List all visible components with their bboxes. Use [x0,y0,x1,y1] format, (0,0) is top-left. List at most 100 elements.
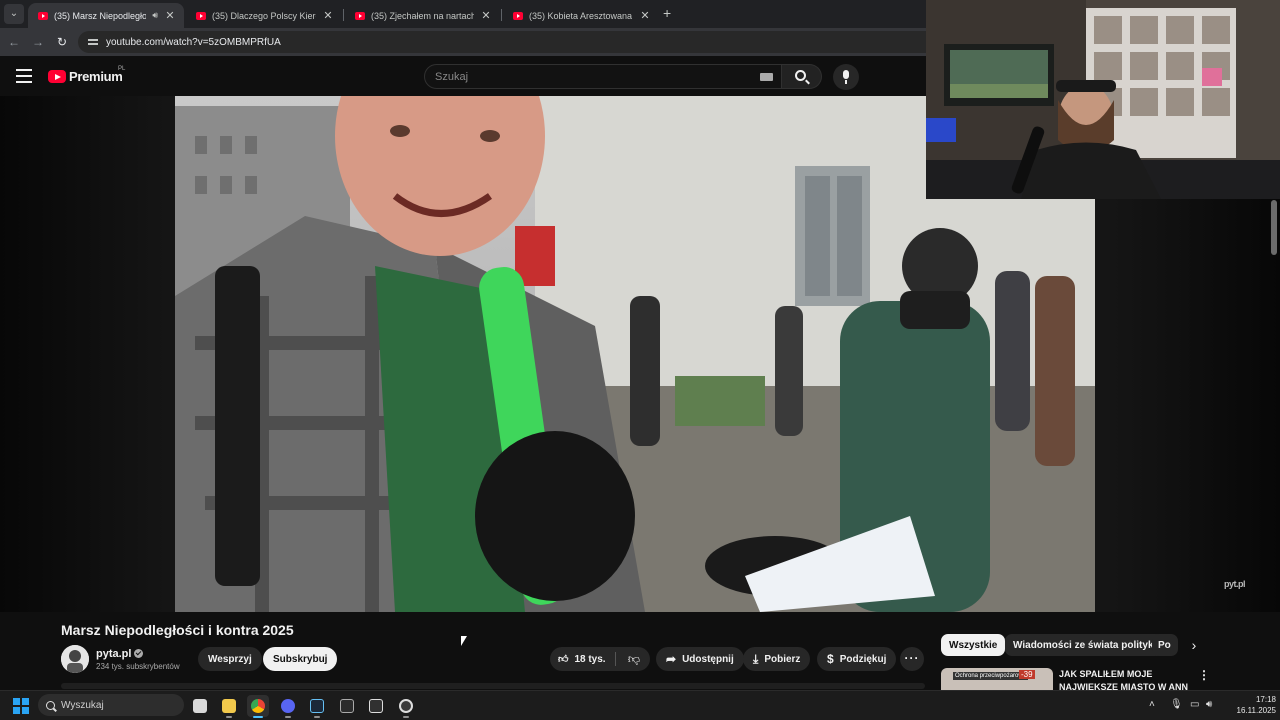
running-indicator [403,716,409,718]
download-button[interactable]: ⤓ Pobierz [743,647,811,671]
volume-icon[interactable]: 🔊︎ [1206,699,1212,710]
tab-search-chevron-icon[interactable]: ⌄ [4,4,24,24]
epic-games-app[interactable] [365,695,387,717]
thumbs-down-icon: 👎︎ [627,652,641,666]
search-box[interactable] [424,64,782,89]
obs-app[interactable] [395,695,417,718]
browser-tab-1[interactable]: (35) Marsz Niepodległości i 🔊︎ ✕ [28,3,184,28]
thanks-label: Podziękuj [839,653,887,665]
tab-separator [501,9,502,21]
dislike-button[interactable]: 👎︎ [620,647,648,671]
chip-partial[interactable]: Po [1152,634,1178,656]
back-arrow-icon[interactable]: ← [6,34,22,50]
tab-close-icon[interactable]: ✕ [639,9,651,22]
mouse-cursor-icon [461,636,467,646]
channel-name[interactable]: pyta.pl [96,648,144,660]
webcam-image [926,0,1280,199]
microphone-icon[interactable]: 🎙︎ [1170,699,1183,710]
tab-close-icon[interactable]: ✕ [164,9,176,22]
xbox-app[interactable] [336,695,358,717]
channel-watermark-logo[interactable]: pyt.pl [1224,579,1246,589]
address-bar[interactable]: youtube.com/watch?v=5zOMBMPRfUA [78,31,938,53]
browser-tab-4[interactable]: (35) Kobieta Aresztowana za Uj ✕ [503,3,659,28]
chip-label: Wszystkie [949,639,998,651]
search-icon [795,70,806,81]
subscribe-button[interactable]: Subskrybuj [263,647,338,671]
page-scrollbar[interactable] [1271,200,1277,255]
keyboard-icon[interactable] [760,72,773,81]
search-button[interactable] [782,64,822,89]
channel-name-text[interactable]: pyta.pl [96,648,131,660]
youtube-favicon-icon [196,11,206,20]
taskbar-search-placeholder: Wyszukaj [61,699,104,711]
youtube-premium-logo[interactable]: Premium [48,69,123,84]
youtube-favicon-icon [38,11,48,20]
chip-label: Po [1158,639,1171,651]
like-count: 18 tys. [574,653,606,665]
taskbar-search[interactable]: Wyszukaj [38,694,184,716]
like-divider [615,652,616,666]
browser-tab-2[interactable]: (35) Dlaczego Polscy Kierowcy N ✕ [186,3,342,28]
new-tab-plus-icon[interactable]: + [663,5,671,21]
system-clock[interactable]: 17:18 16.11.2025 [1224,694,1276,716]
chrome-app[interactable] [247,695,269,718]
chip-politics-news[interactable]: Wiadomości ze świata polityki [1005,634,1165,656]
xbox-icon [340,699,354,713]
tab-title: (35) Marsz Niepodległości i [54,10,147,21]
file-explorer-app[interactable] [218,695,240,718]
reload-icon[interactable]: ↻ [54,34,70,50]
download-icon: ⤓ [753,651,759,666]
share-button[interactable]: ➦ Udostępnij [656,647,744,671]
tab-close-icon[interactable]: ✕ [480,9,492,22]
youtube-logo-icon [48,70,66,83]
chevron-up-icon[interactable]: ˄ [1149,699,1155,710]
menu-hamburger-icon[interactable] [16,69,32,83]
recommended-video-thumbnail[interactable]: Ochrona przeciwpożarowa -39 [941,668,1053,690]
forward-arrow-icon[interactable]: → [30,34,46,50]
url-text[interactable]: youtube.com/watch?v=5zOMBMPRfUA [106,37,281,48]
search-input[interactable] [435,70,760,83]
thumbs-up-icon: 👍︎ [558,654,569,665]
steam-icon [310,699,324,713]
logo-text: Premium [69,69,123,84]
task-view-app[interactable] [189,695,211,717]
more-dots-icon: ··· [904,651,920,665]
obs-icon [399,699,413,713]
discord-app[interactable] [277,695,299,718]
browser-tab-3[interactable]: (35) Zjechałem na nartach z Mo ✕ [345,3,500,28]
epic-games-icon [369,699,383,713]
tab-title: (35) Kobieta Aresztowana za Uj [529,10,633,21]
description-box-edge [61,683,925,689]
voice-search-button[interactable] [833,64,859,90]
channel-avatar[interactable] [61,645,89,673]
subscriber-count: 234 tys. subskrybentów [96,662,180,671]
verified-badge-icon [134,649,144,658]
like-button[interactable]: 👍︎ 18 tys. [550,647,614,671]
video-title: Marsz Niepodległości i kontra 2025 [61,622,294,638]
site-info-icon[interactable] [88,37,98,47]
running-indicator [253,716,263,718]
windows-taskbar: Wyszukaj ˄ 🎙︎ ▭ 🔊︎ 17:18 16.11.2025 [0,690,1280,720]
tab-close-icon[interactable]: ✕ [322,9,334,22]
support-button[interactable]: Wesprzyj [198,647,262,671]
streamer-webcam-overlay [926,0,1280,199]
speaker-icon[interactable]: 🔊︎ [152,10,158,21]
kebab-menu-icon[interactable]: ⋮ [1198,668,1210,682]
share-label: Udostępnij [682,653,734,665]
thumbnail-badge: Ochrona przeciwpożarowa [953,672,1029,680]
running-indicator [285,716,291,718]
channel-avatar-image [61,645,89,673]
recommended-video-title[interactable]: JAK SPALIŁEM MOJE NAJWIĘKSZE MIASTO W AN… [1059,668,1189,690]
thumbnail-counter: -39 [1019,670,1035,679]
tab-separator [343,9,344,21]
windows-start-icon[interactable] [13,698,29,714]
chip-all[interactable]: Wszystkie [941,634,1006,656]
more-actions-button[interactable]: ··· [900,647,924,671]
running-indicator [226,716,232,718]
task-view-icon [193,699,207,713]
country-code: PL [118,66,126,72]
network-icon[interactable]: ▭ [1190,699,1199,710]
chevron-right-icon[interactable]: › [1183,634,1205,656]
steam-app[interactable] [306,695,328,718]
thanks-button[interactable]: $ Podziękuj [817,647,897,671]
